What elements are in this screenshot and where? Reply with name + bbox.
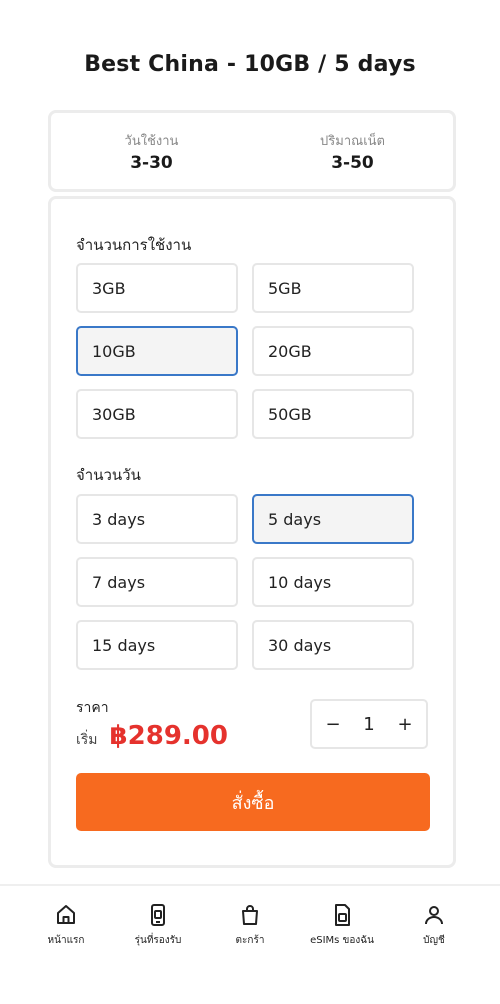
- data-option-20gb[interactable]: 20GB: [252, 326, 414, 376]
- summary-validity: วันใช้งาน 3-30: [51, 113, 252, 189]
- summary-validity-value: 3-30: [130, 152, 173, 173]
- nav-label-supported-devices: รุ่นที่รองรับ: [134, 934, 182, 946]
- data-amount-label: จำนวนการใช้งาน: [76, 236, 192, 254]
- user-icon: [425, 905, 443, 924]
- nav-item-cart[interactable]: ตะกร้า: [210, 903, 290, 948]
- price-row: เริ่ม ฿289.00: [76, 721, 228, 751]
- nav-label-home: หน้าแรก: [47, 934, 85, 946]
- summary-validity-label: วันใช้งาน: [124, 133, 179, 149]
- quantity-decrease-button[interactable]: −: [324, 714, 342, 735]
- bottom-nav: หน้าแรก รุ่นที่รองรับ ตะกร้า eSIMs ของฉั…: [0, 884, 500, 964]
- nav-item-home[interactable]: หน้าแรก: [26, 903, 106, 948]
- summary-data: ปริมาณเน็ต 3-50: [252, 113, 453, 189]
- days-option-3[interactable]: 3 days: [76, 494, 238, 544]
- price-start-text: เริ่ม: [76, 732, 98, 748]
- phone-icon: [151, 903, 165, 926]
- bag-icon: [242, 904, 258, 925]
- days-options: 3 days 5 days 7 days 10 days 15 days 30 …: [76, 494, 416, 670]
- days-option-10[interactable]: 10 days: [252, 557, 414, 607]
- data-amount-options: 3GB 5GB 10GB 20GB 30GB 50GB: [76, 263, 416, 439]
- nav-label-cart: ตะกร้า: [235, 934, 265, 946]
- days-option-7[interactable]: 7 days: [76, 557, 238, 607]
- plan-options-card: จำนวนการใช้งาน 3GB 5GB 10GB 20GB 30GB 50…: [48, 196, 456, 868]
- nav-item-supported-devices[interactable]: รุ่นที่รองรับ: [118, 903, 198, 948]
- summary-card: วันใช้งาน 3-30 ปริมาณเน็ต 3-50: [48, 110, 456, 192]
- summary-data-label: ปริมาณเน็ต: [320, 133, 385, 149]
- esim-icon: [335, 903, 350, 926]
- days-option-30[interactable]: 30 days: [252, 620, 414, 670]
- days-option-15[interactable]: 15 days: [76, 620, 238, 670]
- data-option-50gb[interactable]: 50GB: [252, 389, 414, 439]
- page-title: Best China - 10GB / 5 days: [84, 52, 416, 77]
- data-option-3gb[interactable]: 3GB: [76, 263, 238, 313]
- quantity-increase-button[interactable]: +: [396, 714, 414, 735]
- data-option-10gb[interactable]: 10GB: [76, 326, 238, 376]
- days-label: จำนวนวัน: [76, 466, 141, 484]
- summary-data-value: 3-50: [331, 152, 374, 173]
- home-icon: [57, 904, 75, 924]
- quantity-value: 1: [363, 713, 375, 735]
- price-label: ราคา: [76, 700, 109, 716]
- price-value: ฿289.00: [109, 721, 228, 751]
- quantity-stepper: − 1 +: [310, 699, 428, 749]
- nav-item-my-esims[interactable]: eSIMs ของฉัน: [302, 903, 382, 948]
- nav-item-account[interactable]: บัญชี: [394, 903, 474, 948]
- nav-label-account: บัญชี: [423, 934, 445, 946]
- data-option-30gb[interactable]: 30GB: [76, 389, 238, 439]
- data-option-5gb[interactable]: 5GB: [252, 263, 414, 313]
- buy-button[interactable]: สั่งซื้อ: [76, 773, 430, 831]
- nav-label-my-esims: eSIMs ของฉัน: [310, 934, 374, 946]
- days-option-5[interactable]: 5 days: [252, 494, 414, 544]
